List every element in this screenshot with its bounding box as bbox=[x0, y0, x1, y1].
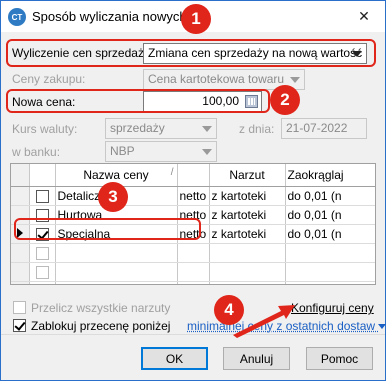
close-button[interactable]: ✕ bbox=[349, 5, 379, 27]
highlight-mode bbox=[6, 39, 376, 67]
row-indicator[interactable] bbox=[11, 262, 30, 282]
cell-markup[interactable] bbox=[209, 281, 286, 284]
cell-rounding[interactable] bbox=[285, 243, 375, 263]
row-checkbox[interactable] bbox=[35, 189, 49, 203]
cell-markup[interactable]: z kartoteki bbox=[209, 186, 286, 206]
lock-checkbox[interactable] bbox=[13, 319, 26, 332]
date-field[interactable]: 21-07-2022 bbox=[281, 118, 367, 139]
row-checkbox[interactable] bbox=[35, 265, 49, 279]
dialog-window: CT Sposób wyliczania nowych cen ✕ Wylicz… bbox=[0, 0, 386, 381]
ok-button[interactable]: OK bbox=[141, 347, 208, 370]
highlight-row-special bbox=[14, 218, 201, 240]
row-checkbox-cell[interactable] bbox=[29, 262, 56, 282]
cell-price-name[interactable] bbox=[55, 281, 178, 284]
chevron-down-icon bbox=[202, 149, 212, 155]
triangle-down-icon bbox=[378, 324, 386, 330]
row-checkbox-cell[interactable] bbox=[29, 186, 56, 206]
cell-markup[interactable]: z kartoteki bbox=[209, 205, 286, 225]
cell-rounding[interactable]: do 0,01 (n bbox=[285, 186, 375, 206]
chevron-down-icon bbox=[202, 126, 212, 132]
cell-markup[interactable]: z kartoteki bbox=[209, 224, 286, 244]
grid-header-rounding[interactable]: Zaokrąglaj bbox=[285, 164, 375, 187]
purchase-label: Ceny zakupu: bbox=[12, 72, 86, 86]
cell-rounding[interactable]: do 0,01 (n bbox=[285, 205, 375, 225]
configure-prices-link[interactable]: Konfiguruj ceny bbox=[291, 301, 374, 315]
annotation-arrow bbox=[233, 305, 295, 338]
help-button[interactable]: Pomoc bbox=[306, 347, 373, 370]
table-row[interactable] bbox=[11, 281, 375, 284]
highlight-new-price bbox=[6, 89, 270, 113]
fx-combo-value: sprzedaży bbox=[110, 121, 165, 135]
table-row[interactable] bbox=[11, 262, 375, 282]
bank-combo-value: NBP bbox=[110, 144, 135, 158]
cancel-button[interactable]: Anuluj bbox=[223, 347, 290, 370]
row-indicator[interactable] bbox=[11, 281, 30, 284]
row-checkbox-cell[interactable] bbox=[29, 281, 56, 284]
date-value: 21-07-2022 bbox=[286, 121, 348, 135]
annotation-badge-2: 2 bbox=[270, 85, 300, 115]
table-row[interactable]: Detaliczna netto z kartoteki do 0,01 (n bbox=[11, 186, 375, 206]
cell-rounding[interactable]: do 0,01 (n bbox=[285, 224, 375, 244]
cell-rounding[interactable] bbox=[285, 281, 375, 284]
grid-header-type[interactable] bbox=[177, 164, 210, 187]
bank-combo[interactable]: NBP bbox=[105, 141, 217, 162]
cell-price-type[interactable]: netto bbox=[177, 186, 210, 206]
grid-header-check[interactable] bbox=[29, 164, 56, 187]
cell-price-type[interactable] bbox=[177, 281, 210, 284]
row-checkbox[interactable] bbox=[35, 246, 49, 260]
button-bar: OK Anuluj Pomoc bbox=[1, 334, 385, 380]
row-indicator[interactable] bbox=[11, 186, 30, 206]
app-icon: CT bbox=[8, 8, 26, 26]
purchase-combo-value: Cena kartotekowa towaru bbox=[148, 72, 285, 86]
table-row[interactable] bbox=[11, 243, 375, 263]
date-label: z dnia: bbox=[239, 122, 275, 136]
cell-rounding[interactable] bbox=[285, 262, 375, 282]
cell-price-type[interactable] bbox=[177, 262, 210, 282]
fx-label: Kurs waluty: bbox=[12, 122, 78, 136]
cell-price-name[interactable] bbox=[55, 262, 178, 282]
annotation-badge-1: 1 bbox=[181, 4, 211, 34]
cell-markup[interactable] bbox=[209, 262, 286, 282]
sort-icon: / bbox=[170, 167, 174, 178]
cell-markup[interactable] bbox=[209, 243, 286, 263]
recalc-checkbox[interactable] bbox=[13, 301, 26, 314]
bank-label: w banku: bbox=[12, 145, 61, 159]
chevron-down-icon bbox=[290, 77, 300, 83]
grid-header-row: Nazwa ceny / Narzut Zaokrąglaj bbox=[11, 164, 375, 187]
row-indicator[interactable] bbox=[11, 243, 30, 263]
lock-label: Zablokuj przecenę poniżej bbox=[31, 319, 171, 333]
row-checkbox-cell[interactable] bbox=[29, 243, 56, 263]
recalc-label: Przelicz wszystkie narzuty bbox=[31, 301, 171, 315]
cell-price-name[interactable] bbox=[55, 243, 178, 263]
grid-header-name-label: Nazwa ceny bbox=[83, 167, 149, 182]
grid-header-markup[interactable]: Narzut bbox=[209, 164, 286, 187]
grid-header-indicator bbox=[11, 164, 30, 187]
annotation-badge-3: 3 bbox=[98, 182, 128, 212]
cell-price-type[interactable] bbox=[177, 243, 210, 263]
fx-combo[interactable]: sprzedaży bbox=[105, 118, 217, 139]
